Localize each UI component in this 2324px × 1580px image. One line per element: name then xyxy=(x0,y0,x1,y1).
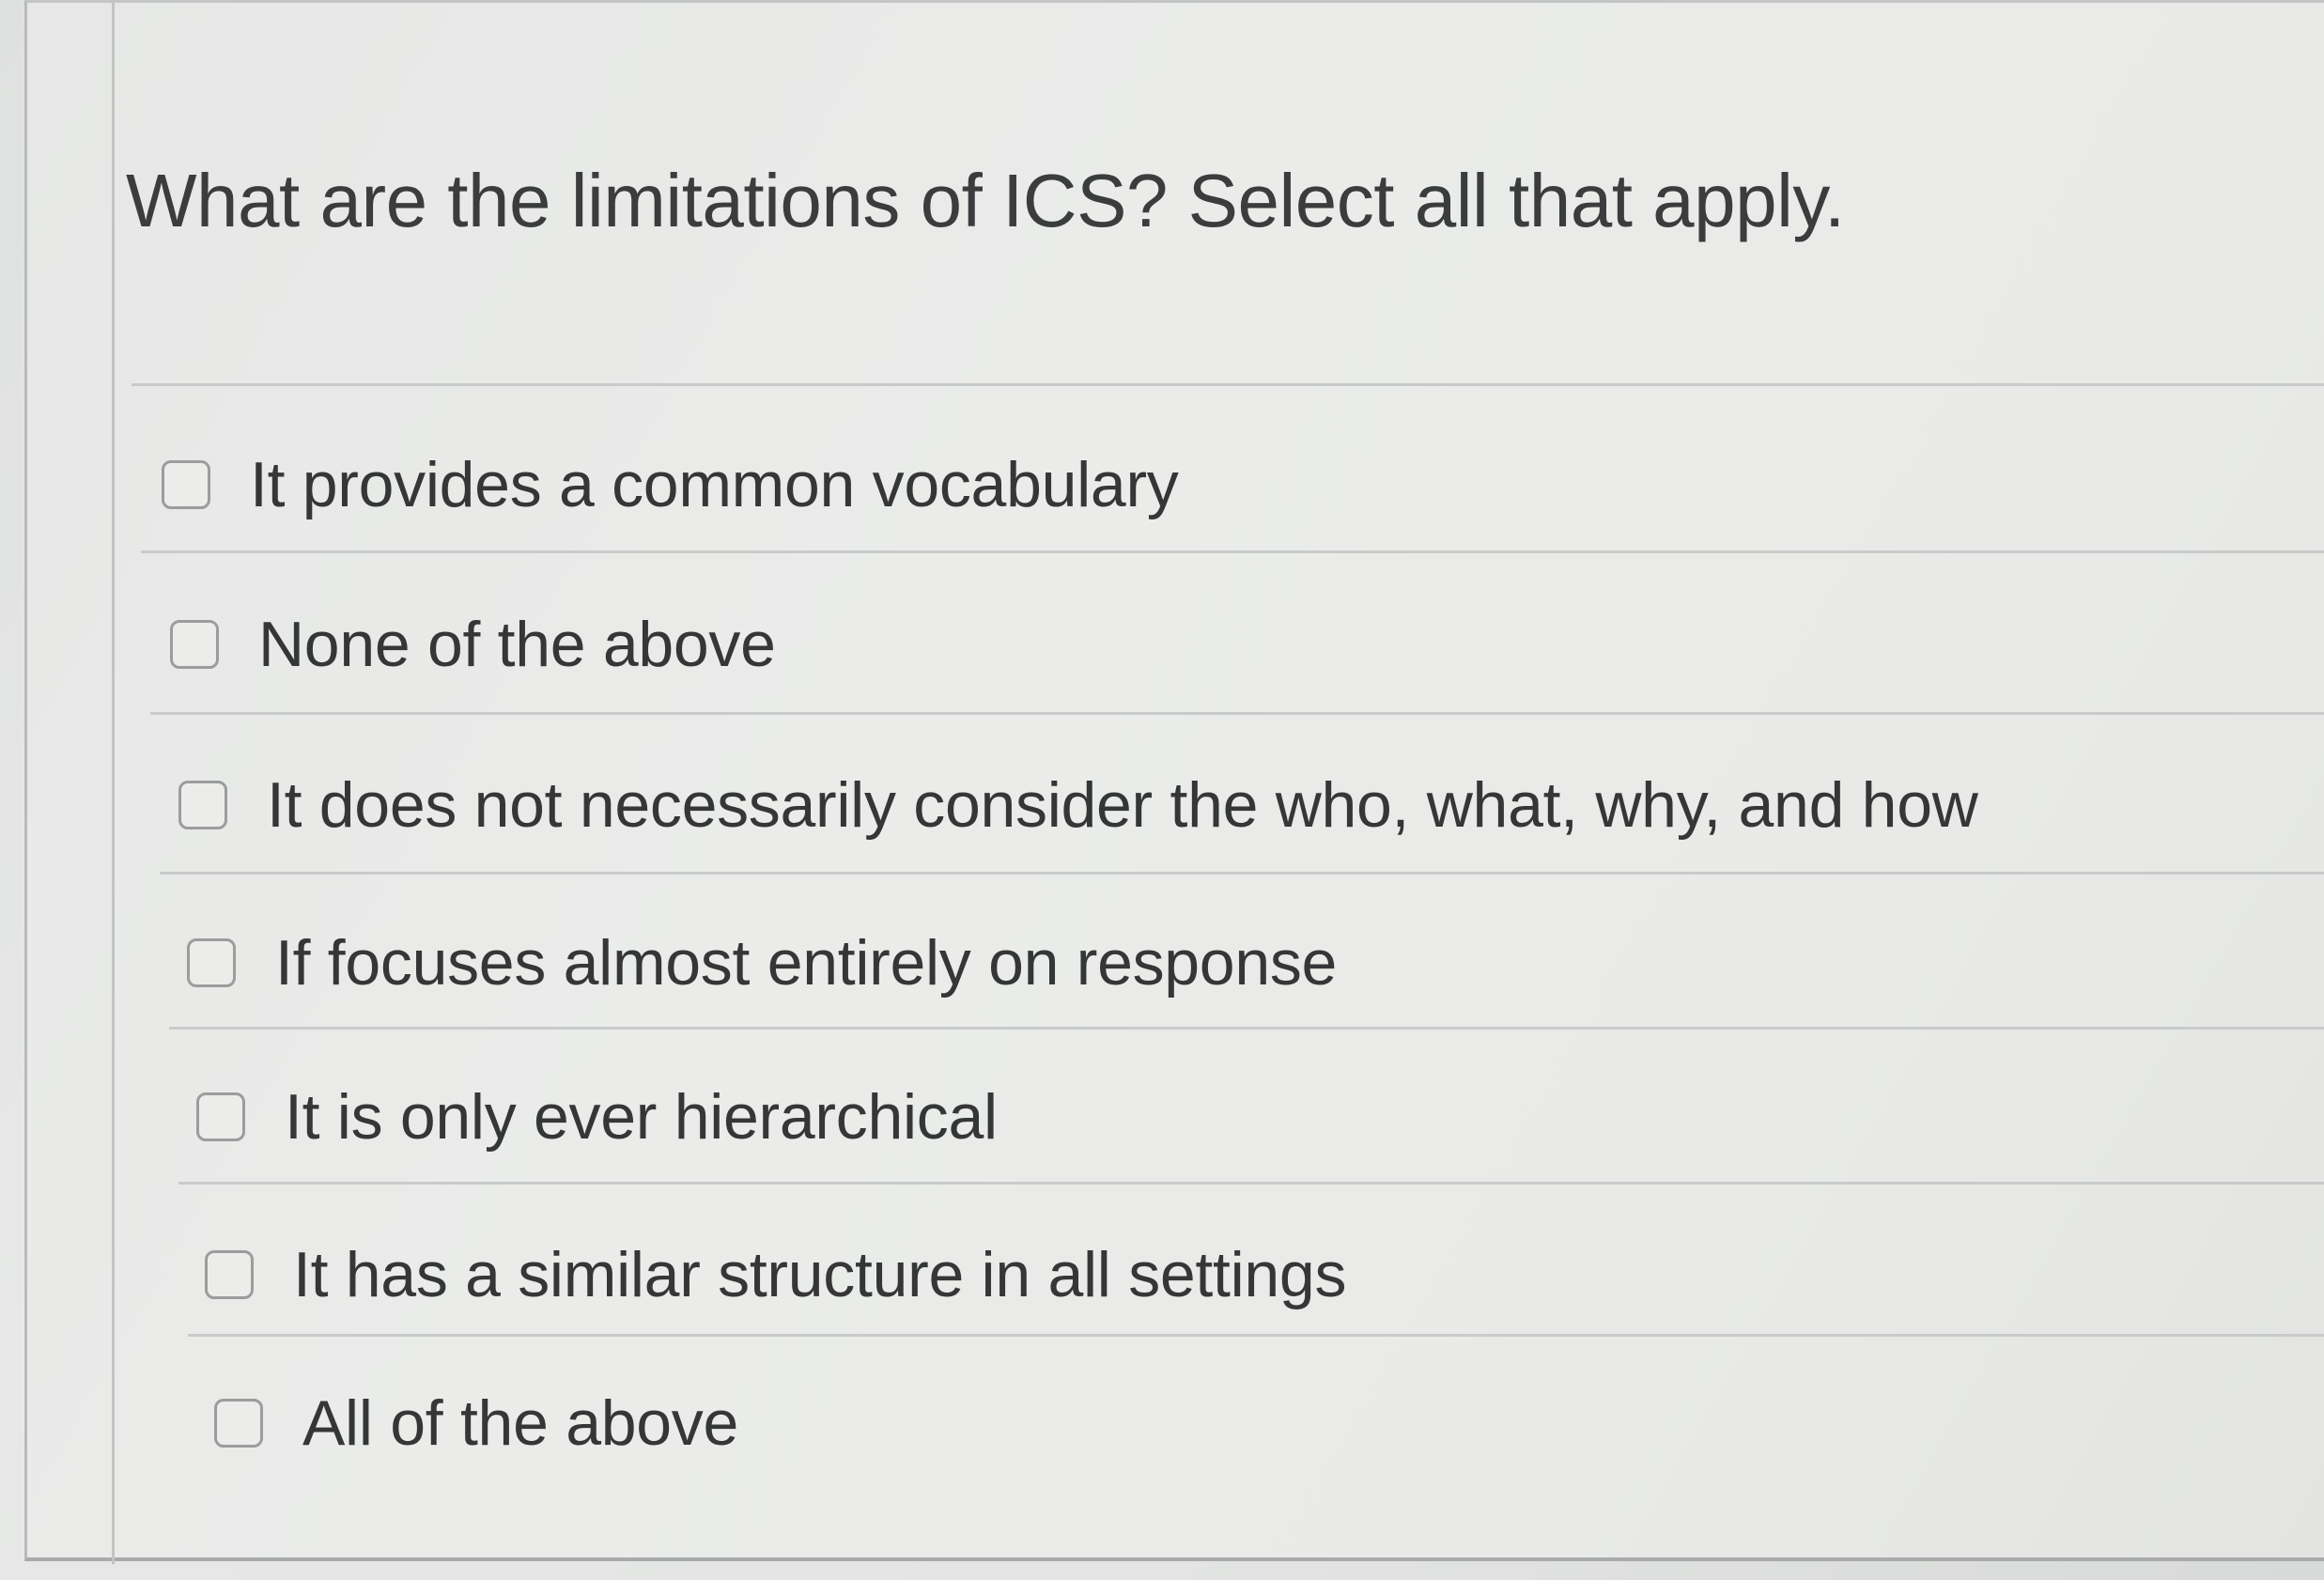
option-all-of-the-above[interactable]: All of the above xyxy=(214,1386,2324,1460)
checkbox[interactable] xyxy=(178,781,227,829)
option-focuses-on-response[interactable]: If focuses almost entirely on response xyxy=(187,926,2324,999)
option-divider xyxy=(169,1027,2324,1030)
option-label: None of the above xyxy=(258,609,776,680)
option-label: All of the above xyxy=(302,1387,738,1459)
question-divider xyxy=(132,383,2324,386)
checkbox[interactable] xyxy=(214,1399,263,1448)
checkbox[interactable] xyxy=(187,938,236,987)
option-only-hierarchical[interactable]: It is only ever hierarchical xyxy=(196,1080,2324,1154)
option-common-vocabulary[interactable]: It provides a common vocabulary xyxy=(162,448,2324,521)
option-divider xyxy=(150,712,2324,715)
question-prompt: What are the limitations of ICS? Select … xyxy=(126,159,1845,242)
checkbox[interactable] xyxy=(162,460,210,509)
option-label: It is only ever hierarchical xyxy=(285,1081,998,1153)
option-divider xyxy=(160,872,2324,875)
checkbox[interactable] xyxy=(196,1092,245,1141)
option-divider xyxy=(188,1334,2324,1337)
option-who-what-why-how[interactable]: It does not necessarily consider the who… xyxy=(178,768,2324,842)
option-label: It has a similar structure in all settin… xyxy=(293,1239,1347,1310)
option-divider xyxy=(178,1182,2324,1185)
option-label: If focuses almost entirely on response xyxy=(275,927,1338,999)
option-divider xyxy=(141,550,2324,553)
option-label: It provides a common vocabulary xyxy=(250,449,1179,520)
option-label: It does not necessarily consider the who… xyxy=(267,769,1978,841)
option-none-of-the-above[interactable]: None of the above xyxy=(170,608,2324,681)
checkbox[interactable] xyxy=(205,1250,254,1299)
checkbox[interactable] xyxy=(170,620,219,669)
option-similar-structure[interactable]: It has a similar structure in all settin… xyxy=(205,1238,2324,1311)
